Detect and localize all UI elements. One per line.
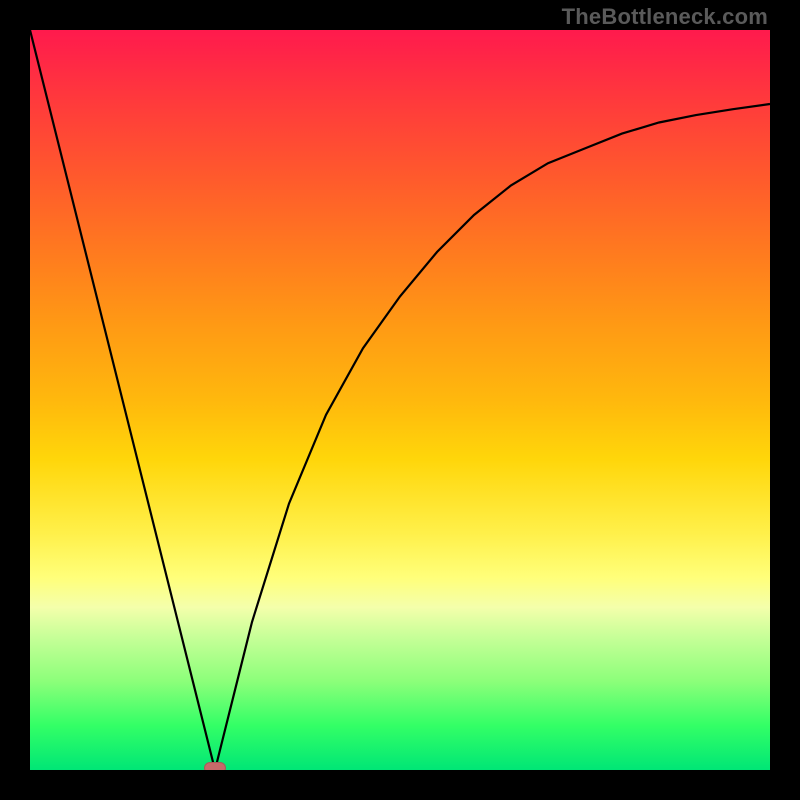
frame-border-bottom: [0, 770, 800, 800]
watermark-text: TheBottleneck.com: [562, 4, 768, 30]
bottleneck-curve: [30, 30, 770, 770]
plot-area: [30, 30, 770, 770]
frame-border-right: [770, 0, 800, 800]
frame-border-left: [0, 0, 30, 800]
curve-svg: [30, 30, 770, 770]
chart-frame: TheBottleneck.com: [0, 0, 800, 800]
